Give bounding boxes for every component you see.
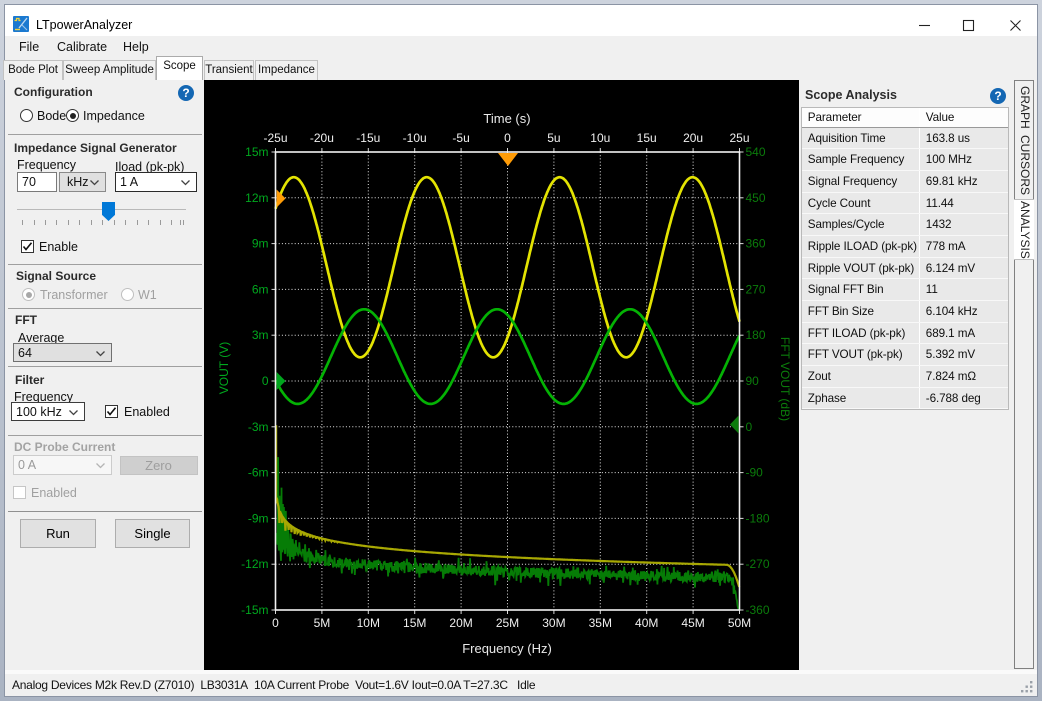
svg-text:15u: 15u	[637, 131, 657, 145]
svg-text:10u: 10u	[590, 131, 610, 145]
svg-text:35M: 35M	[589, 616, 612, 630]
svg-text:270: 270	[746, 282, 766, 296]
svg-text:540: 540	[746, 145, 766, 159]
svg-text:VOUT (V): VOUT (V)	[217, 342, 231, 394]
svg-text:-20u: -20u	[310, 131, 334, 145]
svg-text:3m: 3m	[252, 328, 269, 342]
svg-text:25u: 25u	[729, 131, 749, 145]
svg-text:180: 180	[746, 328, 766, 342]
svg-text:360: 360	[746, 237, 766, 251]
svg-text:-15m: -15m	[241, 603, 268, 617]
svg-text:15M: 15M	[403, 616, 426, 630]
svg-text:5u: 5u	[547, 131, 560, 145]
svg-text:-180: -180	[746, 511, 770, 525]
svg-text:15m: 15m	[245, 145, 268, 159]
svg-text:5M: 5M	[314, 616, 331, 630]
svg-text:-9m: -9m	[248, 511, 269, 525]
svg-text:-90: -90	[746, 466, 764, 480]
svg-text:45M: 45M	[681, 616, 704, 630]
svg-text:40M: 40M	[635, 616, 658, 630]
svg-text:0: 0	[746, 420, 753, 434]
svg-text:Time (s): Time (s)	[483, 111, 530, 126]
svg-text:0: 0	[262, 374, 269, 388]
svg-text:-15u: -15u	[356, 131, 380, 145]
svg-text:-6m: -6m	[248, 466, 269, 480]
svg-text:-5u: -5u	[452, 131, 469, 145]
svg-text:FFT VOUT (dB): FFT VOUT (dB)	[778, 337, 792, 421]
svg-text:20u: 20u	[683, 131, 703, 145]
svg-text:50M: 50M	[728, 616, 751, 630]
svg-text:10M: 10M	[357, 616, 380, 630]
svg-text:6m: 6m	[252, 282, 269, 296]
svg-text:-12m: -12m	[241, 557, 268, 571]
svg-text:-25u: -25u	[263, 131, 287, 145]
svg-text:25M: 25M	[496, 616, 519, 630]
svg-text:-270: -270	[746, 557, 770, 571]
svg-text:-3m: -3m	[248, 420, 269, 434]
svg-text:0: 0	[504, 131, 511, 145]
svg-text:12m: 12m	[245, 191, 268, 205]
svg-text:90: 90	[746, 374, 760, 388]
svg-text:Frequency (Hz): Frequency (Hz)	[462, 641, 552, 656]
svg-text:9m: 9m	[252, 237, 269, 251]
svg-text:-360: -360	[746, 603, 770, 617]
svg-text:20M: 20M	[449, 616, 472, 630]
svg-text:-10u: -10u	[403, 131, 427, 145]
svg-text:0: 0	[272, 616, 279, 630]
svg-text:30M: 30M	[542, 616, 565, 630]
svg-text:450: 450	[746, 191, 766, 205]
